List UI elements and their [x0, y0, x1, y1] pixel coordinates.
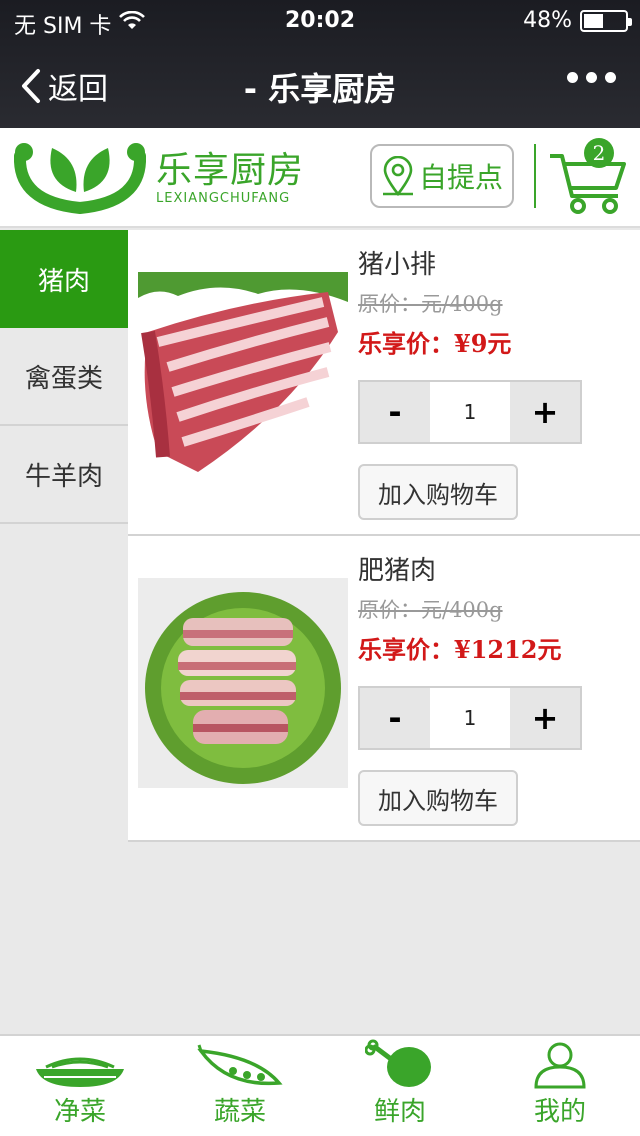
pickup-label: 自提点 — [418, 161, 503, 194]
status-bar: 无 SIM 卡 20:02 48% — [0, 0, 640, 42]
increase-button[interactable]: + — [510, 688, 580, 748]
pork-ribs-photo[interactable] — [138, 272, 348, 482]
original-price: 原价：元/400g — [358, 598, 503, 622]
page-title: - 乐享厨房 — [243, 70, 397, 108]
category-beef-lamb[interactable]: 牛羊肉 — [0, 426, 128, 524]
header-divider — [534, 144, 536, 208]
tab-profile[interactable]: 我的 — [480, 1036, 640, 1136]
cart-button[interactable]: 2 — [548, 138, 628, 218]
more-menu-button[interactable] — [567, 72, 616, 83]
member-price: 乐享价：¥1212元 — [358, 635, 562, 664]
tab-label: 净菜 — [53, 1097, 106, 1127]
top-bar: 无 SIM 卡 20:02 48% 返回 - 乐享厨房 — [0, 0, 640, 128]
category-sidebar: 猪肉 禽蛋类 牛羊肉 — [0, 230, 128, 524]
quantity-input[interactable]: 1 — [430, 688, 510, 748]
decrease-button[interactable]: - — [360, 382, 430, 442]
product-card: 肥猪肉 原价：元/400g 乐享价：¥1212元 - 1 + 加入购物车 — [128, 536, 640, 842]
product-name: 肥猪肉 — [358, 556, 437, 586]
cart-count-badge: 2 — [584, 138, 614, 168]
pork-belly-photo[interactable] — [138, 578, 348, 788]
pickup-point-button[interactable]: 自提点 — [370, 144, 514, 208]
quantity-stepper: - 1 + — [358, 380, 582, 444]
category-poultry-eggs[interactable]: 禽蛋类 — [0, 328, 128, 426]
member-price: 乐享价：¥9元 — [358, 329, 512, 358]
product-list: 猪小排 原价：元/400g 乐享价：¥9元 - 1 + 加入购物车 肥猪肉 原价… — [128, 230, 640, 842]
tab-label: 蔬菜 — [213, 1097, 266, 1127]
shop-header: 乐享厨房 LEXIANGCHUFANG 自提点 2 — [0, 128, 640, 228]
tab-label: 我的 — [533, 1097, 586, 1127]
tab-vegetables[interactable]: 蔬菜 — [160, 1036, 320, 1136]
add-to-cart-button[interactable]: 加入购物车 — [358, 464, 518, 520]
increase-button[interactable]: + — [510, 382, 580, 442]
brand-logo: 乐享厨房 LEXIANGCHUFANG — [14, 142, 304, 214]
battery-status: 48% — [523, 8, 632, 33]
product-name: 猪小排 — [358, 250, 437, 280]
category-pork[interactable]: 猪肉 — [0, 230, 128, 328]
drumstick-icon — [365, 1039, 431, 1087]
original-price: 原价：元/400g — [358, 292, 503, 316]
location-pin-icon — [382, 156, 413, 196]
add-to-cart-button[interactable]: 加入购物车 — [358, 770, 518, 826]
quantity-input[interactable]: 1 — [430, 382, 510, 442]
brand-name-latin: LEXIANGCHUFANG — [156, 190, 291, 206]
product-card: 猪小排 原价：元/400g 乐享价：¥9元 - 1 + 加入购物车 — [128, 230, 640, 536]
quantity-stepper: - 1 + — [358, 686, 582, 750]
nav-bar: 返回 - 乐享厨房 — [0, 42, 640, 128]
pea-pod-icon — [197, 1044, 283, 1086]
brand-name: 乐享厨房 — [156, 149, 305, 191]
leaf-logo-icon — [14, 143, 146, 214]
noodle-bowl-icon — [36, 1057, 124, 1087]
battery-percent: 48% — [523, 8, 572, 33]
tab-prepared-vegetables[interactable]: 净菜 — [0, 1036, 160, 1136]
decrease-button[interactable]: - — [360, 688, 430, 748]
tab-label: 鲜肉 — [373, 1097, 426, 1127]
user-icon — [534, 1042, 586, 1089]
battery-icon — [580, 9, 632, 32]
tab-fresh-meat[interactable]: 鲜肉 — [320, 1036, 480, 1136]
bottom-tab-bar: 净菜 蔬菜 鲜肉 我的 — [0, 1034, 640, 1136]
